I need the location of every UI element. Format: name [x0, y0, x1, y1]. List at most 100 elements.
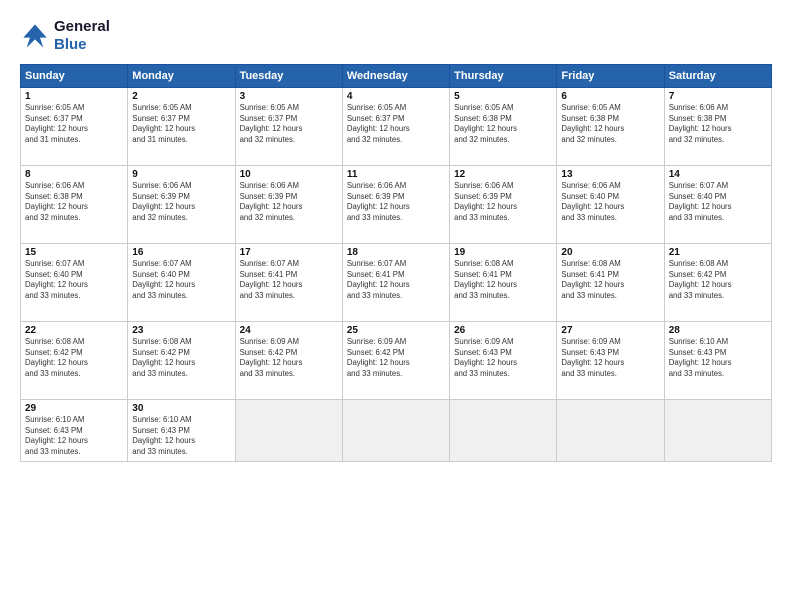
day-number: 28 [669, 325, 767, 336]
calendar-header-cell: Friday [557, 65, 664, 88]
calendar-day-cell [557, 400, 664, 462]
day-info: Sunrise: 6:08 AM Sunset: 6:41 PM Dayligh… [454, 259, 552, 301]
calendar-day-cell: 21Sunrise: 6:08 AM Sunset: 6:42 PM Dayli… [664, 244, 771, 322]
calendar-day-cell: 8Sunrise: 6:06 AM Sunset: 6:38 PM Daylig… [21, 166, 128, 244]
day-number: 29 [25, 403, 123, 414]
calendar-header-cell: Monday [128, 65, 235, 88]
calendar-day-cell [342, 400, 449, 462]
calendar-day-cell: 15Sunrise: 6:07 AM Sunset: 6:40 PM Dayli… [21, 244, 128, 322]
page: General Blue SundayMondayTuesdayWednesda… [0, 0, 792, 612]
day-info: Sunrise: 6:06 AM Sunset: 6:39 PM Dayligh… [132, 181, 230, 223]
day-number: 20 [561, 247, 659, 258]
calendar-day-cell: 2Sunrise: 6:05 AM Sunset: 6:37 PM Daylig… [128, 88, 235, 166]
calendar-week-row: 8Sunrise: 6:06 AM Sunset: 6:38 PM Daylig… [21, 166, 772, 244]
calendar-day-cell [664, 400, 771, 462]
calendar-week-row: 15Sunrise: 6:07 AM Sunset: 6:40 PM Dayli… [21, 244, 772, 322]
day-info: Sunrise: 6:07 AM Sunset: 6:41 PM Dayligh… [240, 259, 338, 301]
header: General Blue [20, 18, 772, 54]
calendar-day-cell: 4Sunrise: 6:05 AM Sunset: 6:37 PM Daylig… [342, 88, 449, 166]
day-info: Sunrise: 6:09 AM Sunset: 6:42 PM Dayligh… [240, 337, 338, 379]
calendar-day-cell: 19Sunrise: 6:08 AM Sunset: 6:41 PM Dayli… [450, 244, 557, 322]
day-info: Sunrise: 6:05 AM Sunset: 6:37 PM Dayligh… [25, 103, 123, 145]
day-info: Sunrise: 6:06 AM Sunset: 6:39 PM Dayligh… [347, 181, 445, 223]
day-number: 24 [240, 325, 338, 336]
day-info: Sunrise: 6:05 AM Sunset: 6:37 PM Dayligh… [240, 103, 338, 145]
day-info: Sunrise: 6:07 AM Sunset: 6:41 PM Dayligh… [347, 259, 445, 301]
calendar-table: SundayMondayTuesdayWednesdayThursdayFrid… [20, 64, 772, 462]
calendar-day-cell: 29Sunrise: 6:10 AM Sunset: 6:43 PM Dayli… [21, 400, 128, 462]
calendar-week-row: 29Sunrise: 6:10 AM Sunset: 6:43 PM Dayli… [21, 400, 772, 462]
calendar-day-cell: 20Sunrise: 6:08 AM Sunset: 6:41 PM Dayli… [557, 244, 664, 322]
day-number: 8 [25, 169, 123, 180]
day-info: Sunrise: 6:09 AM Sunset: 6:43 PM Dayligh… [454, 337, 552, 379]
logo-icon [20, 21, 50, 51]
day-number: 10 [240, 169, 338, 180]
logo: General Blue [20, 18, 110, 54]
calendar-day-cell: 7Sunrise: 6:06 AM Sunset: 6:38 PM Daylig… [664, 88, 771, 166]
day-info: Sunrise: 6:10 AM Sunset: 6:43 PM Dayligh… [132, 415, 230, 457]
day-number: 1 [25, 91, 123, 102]
day-info: Sunrise: 6:08 AM Sunset: 6:42 PM Dayligh… [25, 337, 123, 379]
calendar-day-cell: 25Sunrise: 6:09 AM Sunset: 6:42 PM Dayli… [342, 322, 449, 400]
day-number: 23 [132, 325, 230, 336]
day-info: Sunrise: 6:08 AM Sunset: 6:42 PM Dayligh… [132, 337, 230, 379]
day-info: Sunrise: 6:08 AM Sunset: 6:42 PM Dayligh… [669, 259, 767, 301]
calendar-day-cell: 16Sunrise: 6:07 AM Sunset: 6:40 PM Dayli… [128, 244, 235, 322]
day-number: 27 [561, 325, 659, 336]
day-number: 14 [669, 169, 767, 180]
calendar-day-cell: 9Sunrise: 6:06 AM Sunset: 6:39 PM Daylig… [128, 166, 235, 244]
day-info: Sunrise: 6:06 AM Sunset: 6:38 PM Dayligh… [669, 103, 767, 145]
day-info: Sunrise: 6:10 AM Sunset: 6:43 PM Dayligh… [25, 415, 123, 457]
calendar-day-cell: 10Sunrise: 6:06 AM Sunset: 6:39 PM Dayli… [235, 166, 342, 244]
calendar-header-cell: Tuesday [235, 65, 342, 88]
calendar-header-cell: Wednesday [342, 65, 449, 88]
calendar-day-cell: 1Sunrise: 6:05 AM Sunset: 6:37 PM Daylig… [21, 88, 128, 166]
day-number: 12 [454, 169, 552, 180]
day-info: Sunrise: 6:05 AM Sunset: 6:37 PM Dayligh… [132, 103, 230, 145]
calendar-day-cell: 12Sunrise: 6:06 AM Sunset: 6:39 PM Dayli… [450, 166, 557, 244]
day-number: 6 [561, 91, 659, 102]
calendar-day-cell: 22Sunrise: 6:08 AM Sunset: 6:42 PM Dayli… [21, 322, 128, 400]
day-info: Sunrise: 6:07 AM Sunset: 6:40 PM Dayligh… [669, 181, 767, 223]
day-number: 17 [240, 247, 338, 258]
day-number: 4 [347, 91, 445, 102]
day-number: 9 [132, 169, 230, 180]
calendar-day-cell: 17Sunrise: 6:07 AM Sunset: 6:41 PM Dayli… [235, 244, 342, 322]
day-info: Sunrise: 6:10 AM Sunset: 6:43 PM Dayligh… [669, 337, 767, 379]
day-info: Sunrise: 6:07 AM Sunset: 6:40 PM Dayligh… [132, 259, 230, 301]
day-number: 16 [132, 247, 230, 258]
calendar-body: 1Sunrise: 6:05 AM Sunset: 6:37 PM Daylig… [21, 88, 772, 462]
day-number: 22 [25, 325, 123, 336]
calendar-header-cell: Sunday [21, 65, 128, 88]
day-number: 11 [347, 169, 445, 180]
calendar-day-cell: 14Sunrise: 6:07 AM Sunset: 6:40 PM Dayli… [664, 166, 771, 244]
day-info: Sunrise: 6:08 AM Sunset: 6:41 PM Dayligh… [561, 259, 659, 301]
calendar-week-row: 22Sunrise: 6:08 AM Sunset: 6:42 PM Dayli… [21, 322, 772, 400]
calendar-day-cell: 26Sunrise: 6:09 AM Sunset: 6:43 PM Dayli… [450, 322, 557, 400]
calendar-day-cell [450, 400, 557, 462]
calendar-header-cell: Saturday [664, 65, 771, 88]
calendar-day-cell: 18Sunrise: 6:07 AM Sunset: 6:41 PM Dayli… [342, 244, 449, 322]
day-info: Sunrise: 6:06 AM Sunset: 6:38 PM Dayligh… [25, 181, 123, 223]
day-number: 5 [454, 91, 552, 102]
calendar-day-cell: 24Sunrise: 6:09 AM Sunset: 6:42 PM Dayli… [235, 322, 342, 400]
day-number: 26 [454, 325, 552, 336]
logo-text: General Blue [54, 18, 110, 54]
calendar-day-cell: 28Sunrise: 6:10 AM Sunset: 6:43 PM Dayli… [664, 322, 771, 400]
day-number: 19 [454, 247, 552, 258]
calendar-header-row: SundayMondayTuesdayWednesdayThursdayFrid… [21, 65, 772, 88]
calendar-header-cell: Thursday [450, 65, 557, 88]
calendar-day-cell: 3Sunrise: 6:05 AM Sunset: 6:37 PM Daylig… [235, 88, 342, 166]
calendar-day-cell: 23Sunrise: 6:08 AM Sunset: 6:42 PM Dayli… [128, 322, 235, 400]
day-number: 18 [347, 247, 445, 258]
day-info: Sunrise: 6:05 AM Sunset: 6:38 PM Dayligh… [561, 103, 659, 145]
day-info: Sunrise: 6:06 AM Sunset: 6:40 PM Dayligh… [561, 181, 659, 223]
day-info: Sunrise: 6:05 AM Sunset: 6:37 PM Dayligh… [347, 103, 445, 145]
calendar-day-cell: 27Sunrise: 6:09 AM Sunset: 6:43 PM Dayli… [557, 322, 664, 400]
day-info: Sunrise: 6:07 AM Sunset: 6:40 PM Dayligh… [25, 259, 123, 301]
day-info: Sunrise: 6:09 AM Sunset: 6:43 PM Dayligh… [561, 337, 659, 379]
day-number: 25 [347, 325, 445, 336]
calendar-day-cell [235, 400, 342, 462]
day-number: 30 [132, 403, 230, 414]
calendar-day-cell: 11Sunrise: 6:06 AM Sunset: 6:39 PM Dayli… [342, 166, 449, 244]
